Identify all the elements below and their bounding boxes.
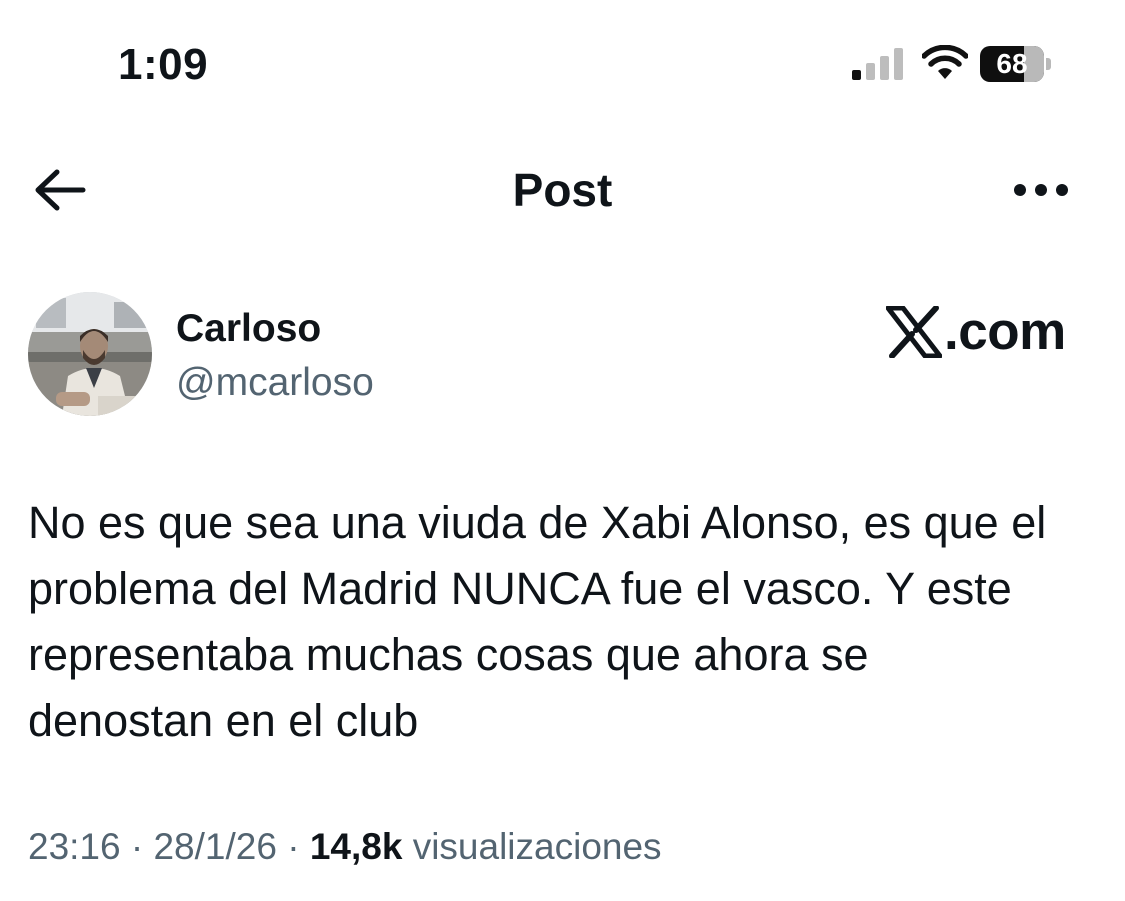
- post-text: No es que sea una viuda de Xabi Alonso, …: [28, 497, 1047, 746]
- status-time: 1:09: [118, 40, 209, 89]
- views-label[interactable]: visualizaciones: [413, 826, 662, 867]
- page-title: Post: [512, 164, 613, 216]
- x-com-watermark: .com: [886, 302, 1066, 362]
- post-time[interactable]: 23:16: [28, 826, 121, 867]
- battery-percent: 68: [996, 48, 1028, 79]
- battery-cap: [1046, 58, 1051, 70]
- meta-separator: ·: [120, 826, 154, 867]
- views-count[interactable]: 14,8k: [310, 826, 403, 867]
- author-handle[interactable]: @mcarloso: [176, 361, 374, 405]
- meta-separator: ·: [276, 826, 310, 867]
- wifi-icon: [922, 45, 968, 79]
- battery-icon: 68: [980, 46, 1052, 82]
- avatar[interactable]: [28, 292, 152, 416]
- more-options-button[interactable]: [1006, 170, 1076, 210]
- more-horizontal-icon: [1014, 184, 1068, 196]
- post-date[interactable]: 28/1/26: [153, 826, 276, 867]
- site-domain-text: .com: [944, 302, 1066, 361]
- post-meta: 23:16 · 28/1/26 · 14,8k visualizaciones: [28, 826, 662, 868]
- author-display-name[interactable]: Carloso: [176, 307, 321, 351]
- profile-photo-icon: [28, 292, 152, 416]
- post-screen: 1:09 68 Post Carloso @mcarloso .com No e…: [0, 0, 1125, 901]
- x-logo-icon: [886, 306, 942, 358]
- battery-level: 68: [980, 46, 1044, 82]
- cellular-signal-icon: [852, 48, 903, 80]
